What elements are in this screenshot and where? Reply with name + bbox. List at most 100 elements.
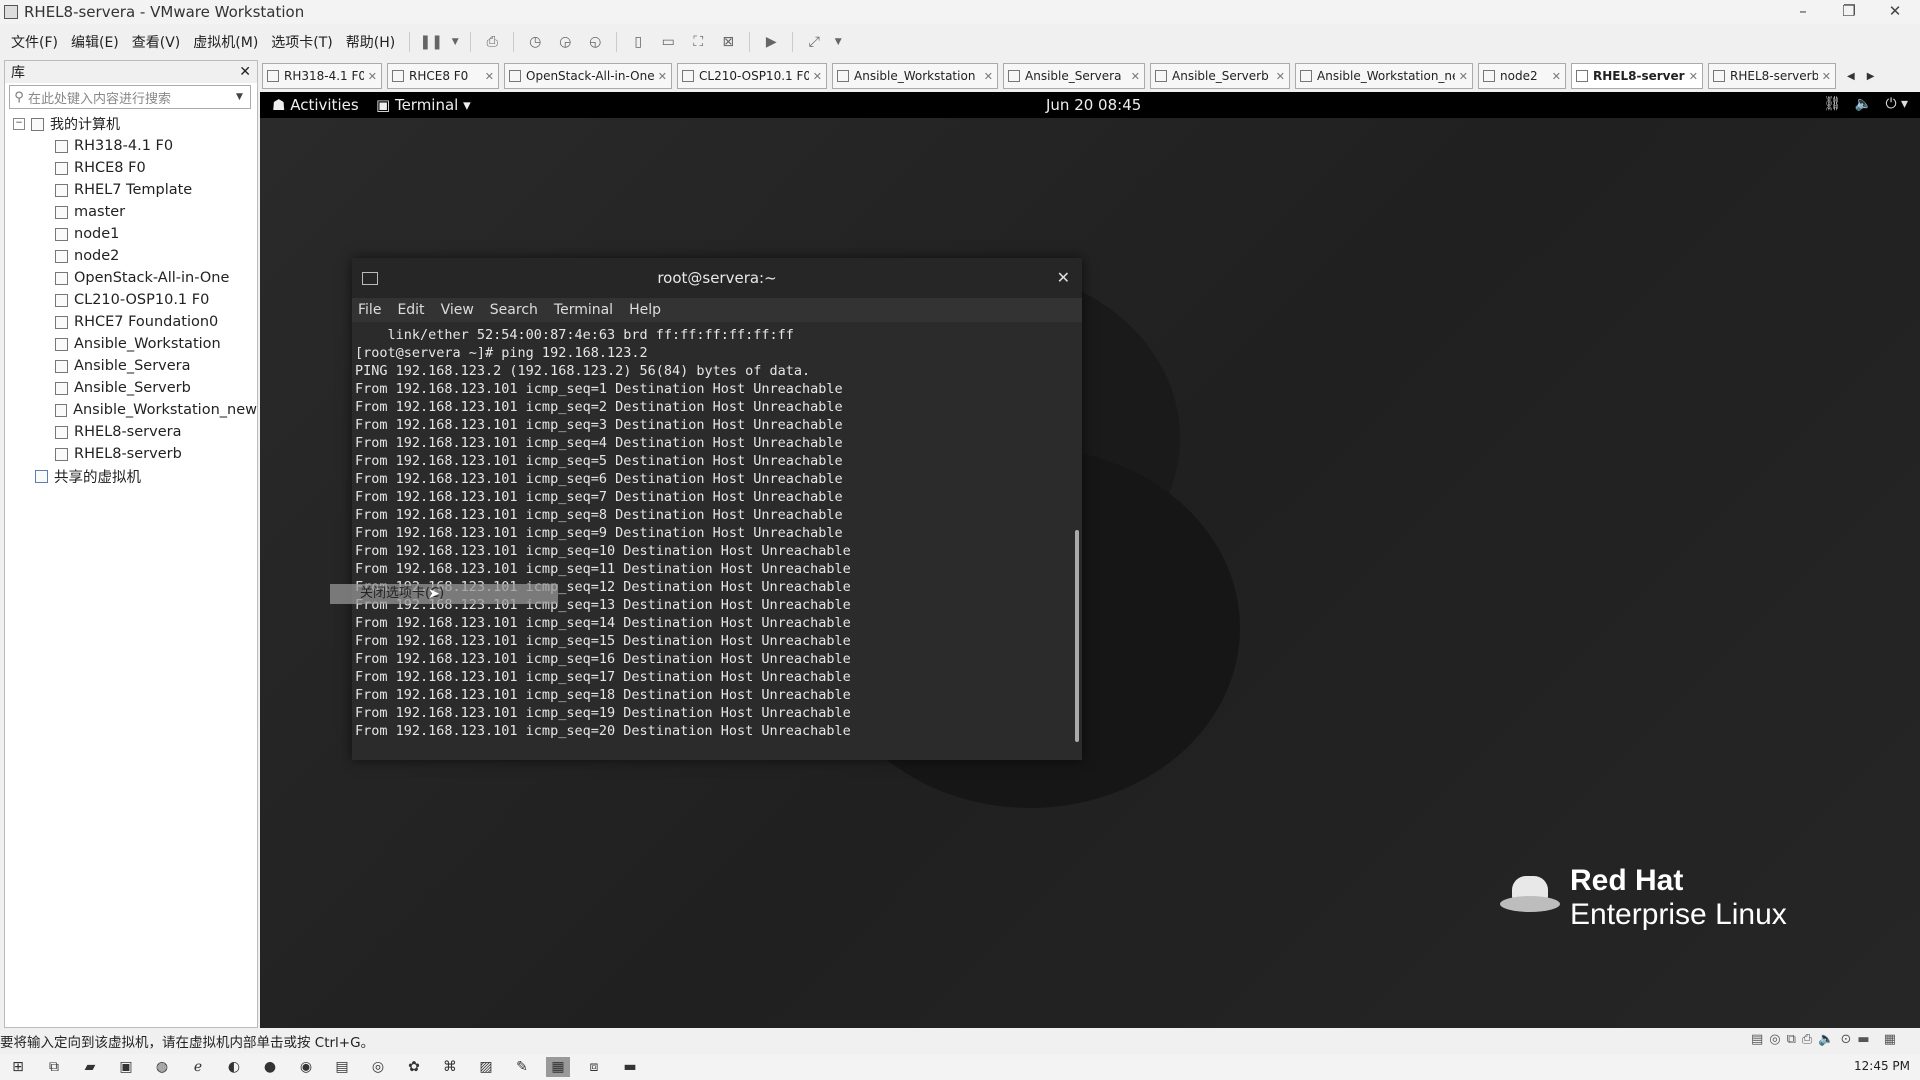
close-window-button[interactable]: ✕ <box>1872 0 1918 24</box>
snapshot-manager-icon[interactable]: ◵ <box>584 32 606 52</box>
vm-tab[interactable]: Ansible_Workstation_new ✕ <box>1295 63 1473 89</box>
taskbar-clock[interactable]: 12:45 PM <box>1854 1059 1910 1073</box>
close-tab-icon[interactable]: ✕ <box>1459 70 1468 83</box>
snapshot-icon[interactable]: ◷ <box>524 32 546 52</box>
app-icon[interactable]: ✿ <box>402 1057 426 1077</box>
close-tab-icon[interactable]: ✕ <box>984 70 993 83</box>
usb-icon[interactable]: ⊙ <box>1841 1032 1852 1047</box>
terminal-menu-file[interactable]: File <box>358 302 381 318</box>
network-adapter-icon[interactable]: ⧉ <box>1787 1032 1796 1047</box>
hdd-icon[interactable]: ▤ <box>1751 1032 1763 1047</box>
task-view-icon[interactable]: ⧉ <box>42 1057 66 1077</box>
close-tab-icon[interactable]: ✕ <box>1552 70 1561 83</box>
app-icon[interactable]: ⧈ <box>582 1057 606 1077</box>
tree-vm-item[interactable]: node2 <box>5 245 257 267</box>
edge-icon[interactable]: ℯ <box>186 1057 210 1077</box>
close-tab-icon[interactable]: ✕ <box>658 70 667 83</box>
app-icon[interactable]: ▬ <box>618 1057 642 1077</box>
console-view-icon[interactable]: ▶ <box>760 32 782 52</box>
minimize-button[interactable]: – <box>1780 0 1826 24</box>
close-tab-icon[interactable]: ✕ <box>813 70 822 83</box>
windows-start-icon[interactable]: ⊞ <box>6 1057 30 1077</box>
collapse-icon[interactable]: − <box>13 118 25 130</box>
menu-edit[interactable]: 编辑(E) <box>71 32 119 52</box>
terminal-scrollbar[interactable] <box>1075 530 1079 742</box>
close-tab-icon[interactable]: ✕ <box>1131 70 1140 83</box>
pause-icon[interactable]: ❚❚ <box>420 32 443 52</box>
tree-vm-item[interactable]: master <box>5 201 257 223</box>
tree-vm-item[interactable]: Ansible_Serverb <box>5 377 257 399</box>
vm-tab[interactable]: OpenStack-All-in-One ✕ <box>504 63 672 89</box>
clock[interactable]: Jun 20 08:45 <box>1046 96 1141 114</box>
vm-console[interactable]: ☗ Activities ▣ Terminal ▾ Jun 20 08:45 ⛓… <box>260 92 1920 1028</box>
app-icon[interactable]: ▣ <box>114 1057 138 1077</box>
tree-vm-item[interactable]: Ansible_Workstation_new <box>5 399 257 421</box>
tree-vm-item[interactable]: OpenStack-All-in-One <box>5 267 257 289</box>
printer-icon[interactable]: ⎙ <box>1802 1032 1812 1047</box>
restore-snapshot-icon[interactable]: ◶ <box>554 32 576 52</box>
close-tab-icon[interactable]: ✕ <box>1822 70 1831 83</box>
tree-shared-vms[interactable]: 共享的虚拟机 <box>5 465 257 487</box>
library-search[interactable]: ⚲ 在此处键入内容进行搜索 ▼ <box>9 85 251 109</box>
dropdown-icon[interactable]: ▼ <box>450 32 460 52</box>
terminal-window[interactable]: root@servera:~ ✕ File Edit View Search T… <box>352 258 1082 760</box>
vm-tab[interactable]: Ansible_Serverb ✕ <box>1150 63 1290 89</box>
terminal-titlebar[interactable]: root@servera:~ ✕ <box>352 258 1082 298</box>
terminal-menu-view[interactable]: View <box>441 302 474 318</box>
menu-file[interactable]: 文件(F) <box>11 32 58 52</box>
close-tab-icon[interactable]: ✕ <box>485 70 494 83</box>
maximize-button[interactable]: ❐ <box>1826 0 1872 24</box>
close-tab-icon[interactable]: ✕ <box>1276 70 1285 83</box>
photos-icon[interactable]: ▨ <box>474 1057 498 1077</box>
terminal-menu-help[interactable]: Help <box>629 302 661 318</box>
vm-tab[interactable]: CL210-OSP10.1 F0 ✕ <box>677 63 827 89</box>
tree-vm-item[interactable]: node1 <box>5 223 257 245</box>
tab-scroll-left-icon[interactable]: ◀ <box>1847 71 1855 82</box>
terminal-menu-edit[interactable]: Edit <box>397 302 424 318</box>
menu-vm[interactable]: 虚拟机(M) <box>193 32 258 52</box>
chevron-down-icon[interactable]: ▼ <box>236 92 250 102</box>
app-menu[interactable]: ▣ Terminal ▾ <box>376 96 471 114</box>
close-tab-icon[interactable]: ✕ <box>1689 70 1698 83</box>
vm-tab[interactable]: node2 ✕ <box>1478 63 1566 89</box>
app-icon[interactable]: ◉ <box>294 1057 318 1077</box>
terminal-menu-search[interactable]: Search <box>490 302 538 318</box>
close-library-icon[interactable]: ✕ <box>239 64 251 80</box>
message-icon[interactable]: ▦ <box>1884 1032 1896 1047</box>
tree-vm-item[interactable]: RHEL8-serverb <box>5 443 257 465</box>
activities-button[interactable]: ☗ Activities <box>272 96 359 114</box>
tree-vm-item[interactable]: Ansible_Workstation <box>5 333 257 355</box>
tab-scroll-right-icon[interactable]: ▶ <box>1867 71 1875 82</box>
vm-tab[interactable]: RH318-4.1 F0 ✕ <box>262 63 382 89</box>
close-tab-icon[interactable]: ✕ <box>368 70 377 83</box>
thumbnail-bar-icon[interactable]: ▭ <box>657 32 679 52</box>
vm-tab[interactable]: RHEL8-servera ✕ <box>1571 63 1703 89</box>
tree-vm-item[interactable]: RHCE7 Foundation0 <box>5 311 257 333</box>
tree-vm-item[interactable]: Ansible_Servera <box>5 355 257 377</box>
send-ctrl-alt-del-icon[interactable]: ⎙ <box>481 32 503 52</box>
tree-vm-item[interactable]: RHCE8 F0 <box>5 157 257 179</box>
cd-icon[interactable]: ◎ <box>1769 1032 1780 1047</box>
tree-vm-item[interactable]: RHEL7 Template <box>5 179 257 201</box>
search-input[interactable]: 在此处键入内容进行搜索 <box>28 88 236 107</box>
fullscreen-icon[interactable]: ⛶ <box>687 32 709 52</box>
app-icon[interactable]: ◐ <box>222 1057 246 1077</box>
vm-tab[interactable]: RHEL8-serverb ✕ <box>1708 63 1836 89</box>
tree-vm-item[interactable]: RHEL8-servera <box>5 421 257 443</box>
tree-vm-item[interactable]: CL210-OSP10.1 F0 <box>5 289 257 311</box>
menu-tabs[interactable]: 选项卡(T) <box>271 32 332 52</box>
app-icon[interactable]: ◎ <box>366 1057 390 1077</box>
vm-tab[interactable]: Ansible_Workstation ✕ <box>832 63 998 89</box>
dropdown-icon[interactable]: ▼ <box>833 32 843 52</box>
menu-help[interactable]: 帮助(H) <box>346 32 395 52</box>
menu-view[interactable]: 查看(V) <box>132 32 181 52</box>
unity-icon[interactable]: ⊠ <box>717 32 739 52</box>
vm-tab[interactable]: Ansible_Servera ✕ <box>1003 63 1145 89</box>
tree-my-computer[interactable]: − 我的计算机 <box>5 113 257 135</box>
sidebar-toggle-icon[interactable]: ▯ <box>627 32 649 52</box>
display-icon[interactable]: ▬ <box>1857 1032 1869 1047</box>
sound-icon[interactable]: 🔈 <box>1818 1032 1834 1047</box>
app-icon[interactable]: ● <box>258 1057 282 1077</box>
vmware-taskbar-icon[interactable]: ▦ <box>546 1057 570 1077</box>
app-icon[interactable]: ▤ <box>330 1057 354 1077</box>
